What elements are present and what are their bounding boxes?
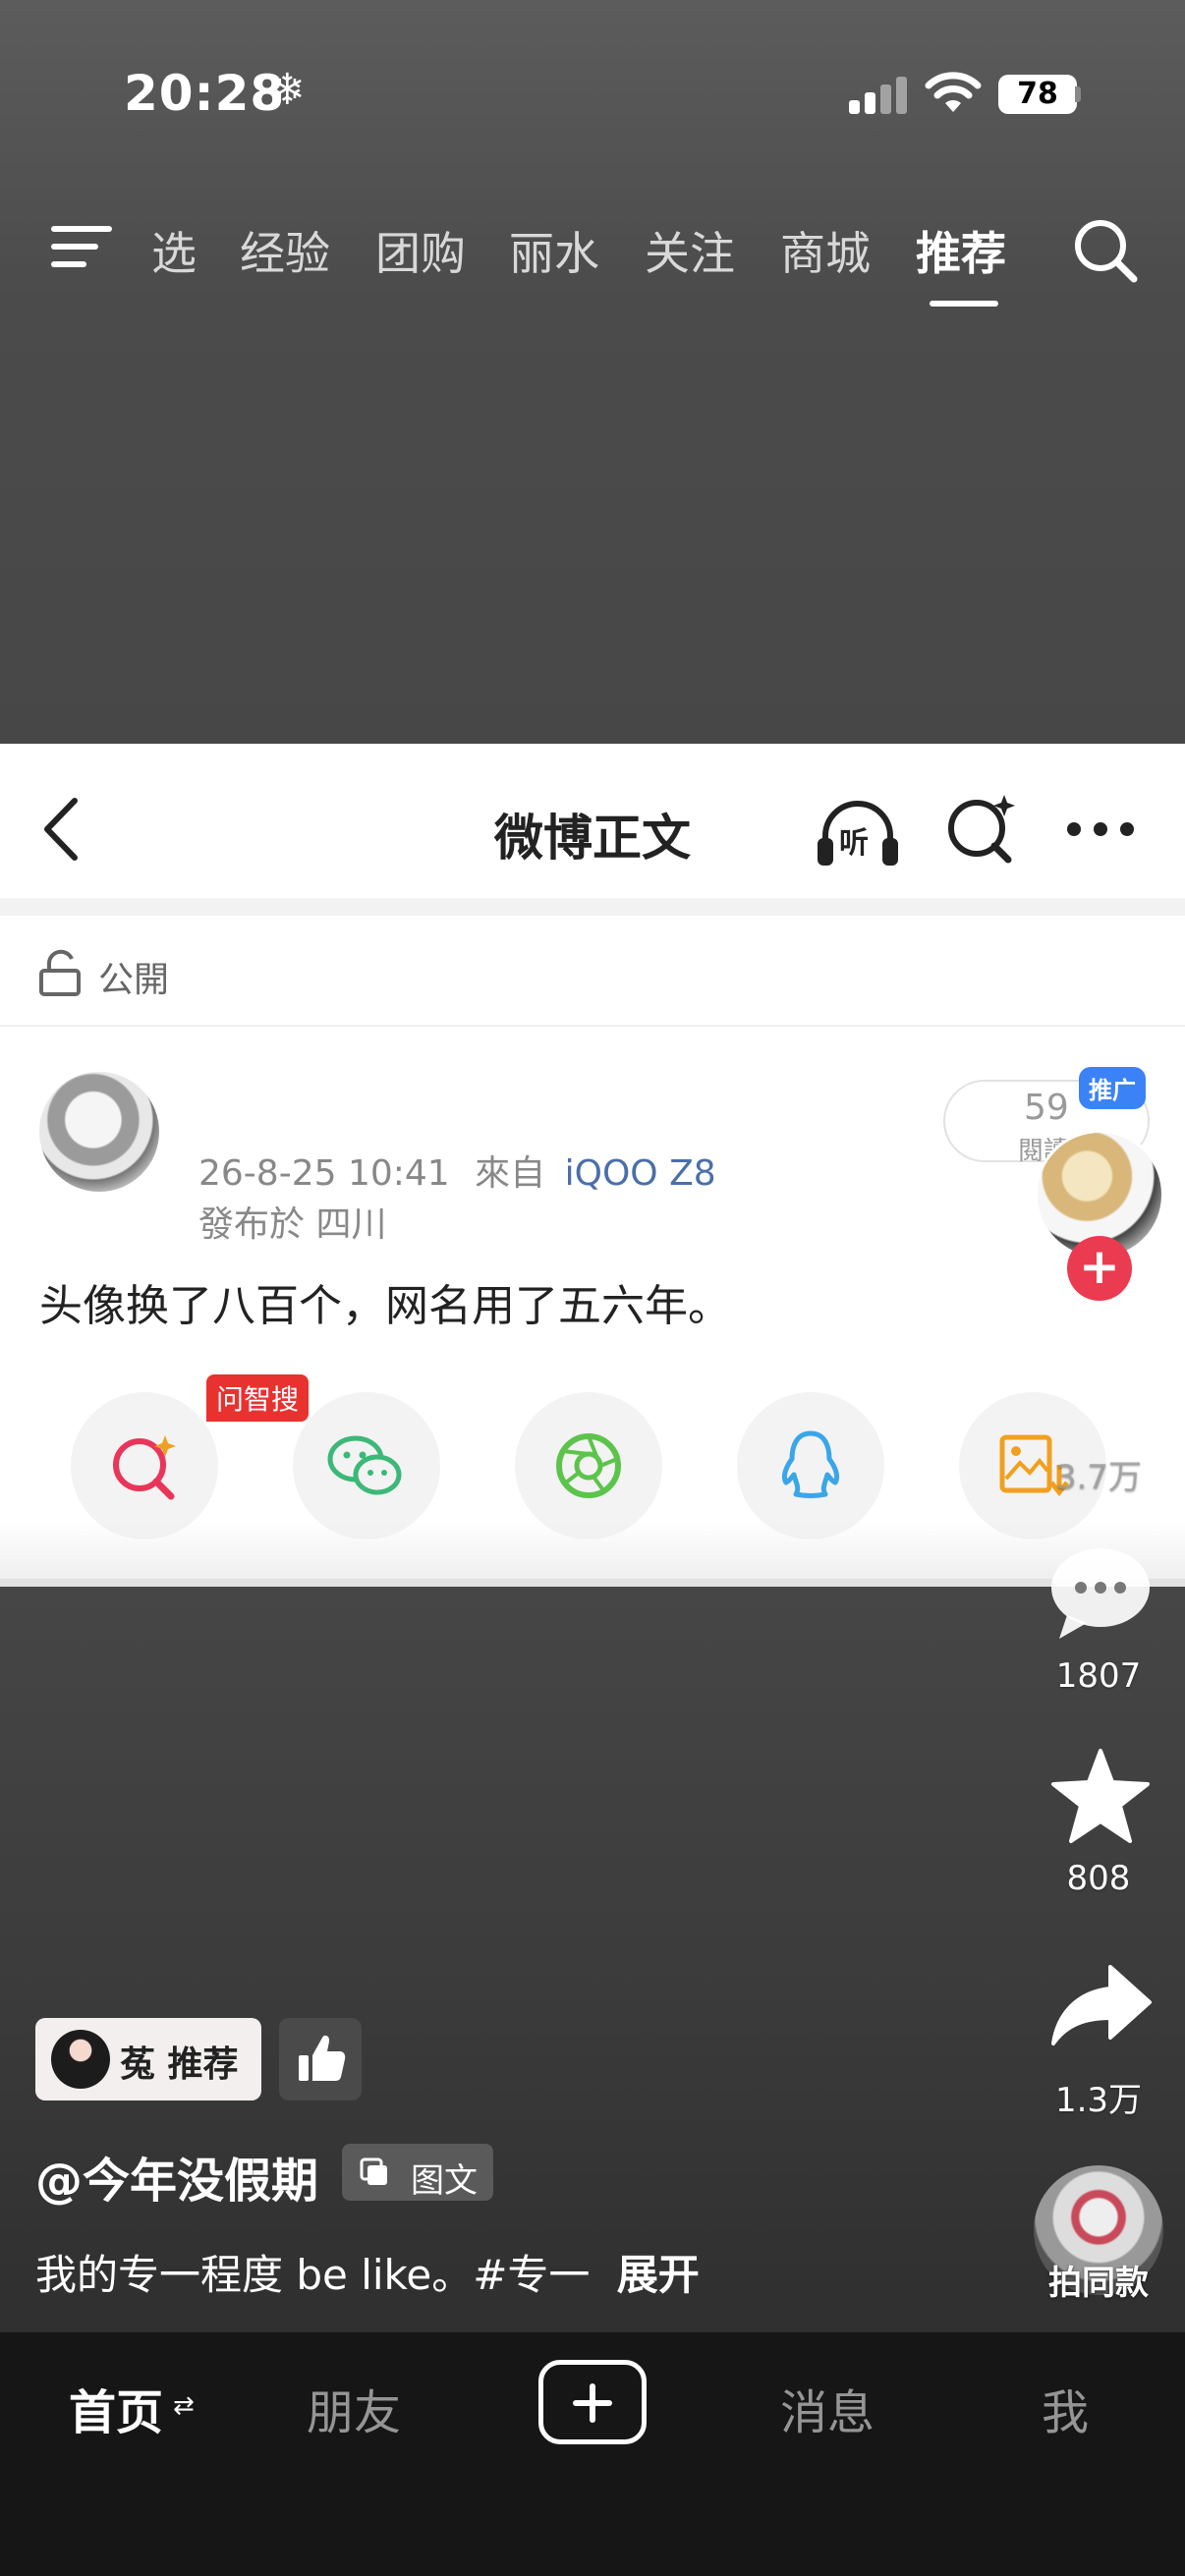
divider	[0, 1025, 1185, 1027]
author-name[interactable]: @今年没假期	[35, 2142, 318, 2211]
menu-icon[interactable]	[51, 224, 112, 271]
read-count: 59	[1024, 1088, 1069, 1128]
star-icon[interactable]	[1047, 1747, 1154, 1845]
caption-text: 我的专一程度 be like。#专一	[35, 2251, 591, 2299]
recommender-label: 菟 推荐	[120, 2044, 239, 2085]
share-moments-button[interactable]	[515, 1392, 662, 1540]
image-stack-icon	[360, 2157, 387, 2185]
share-wechat-button[interactable]	[293, 1392, 440, 1540]
smart-search-icon	[113, 1435, 176, 1500]
visibility-label: 公開	[98, 960, 170, 1000]
post-timestamp: 26-8-25 10:41	[198, 1153, 450, 1194]
post-type-label: 图文	[411, 2161, 478, 2201]
post-meta: 26-8-25 10:41 來自 iQOO Z8	[198, 1145, 716, 1196]
nav-tab-group-buy[interactable]: 团购	[375, 218, 466, 283]
nav-active-underline	[930, 301, 998, 307]
share-qq-button[interactable]	[737, 1392, 884, 1540]
more-icon[interactable]	[1067, 822, 1136, 838]
heart-icon[interactable]	[1047, 1336, 1154, 1434]
unlock-icon	[39, 949, 81, 996]
wechat-icon	[327, 1435, 402, 1495]
share-smart-search-button[interactable]: 问智搜	[71, 1374, 310, 1540]
caption: 我的专一程度 be like。#专一 展开	[35, 2242, 700, 2302]
comment-bubble-icon[interactable]	[1047, 1544, 1154, 1643]
thumbs-up-button[interactable]	[279, 2018, 362, 2100]
favorite-count: 808	[1066, 1859, 1131, 1898]
device-link[interactable]: iQOO Z8	[565, 1153, 716, 1194]
recommender-chip[interactable]: 菟 推荐	[35, 2018, 261, 2100]
nav-tab-lishui[interactable]: 丽水	[509, 218, 599, 283]
follow-plus-icon[interactable]: +	[1067, 1236, 1132, 1301]
wifi-icon	[925, 72, 982, 112]
weibo-post-card: 微博正文 听 公開 26-8-25 10:41 來自 iQOO Z8 發布於 四…	[0, 744, 1185, 1587]
post-type-chip: 图文	[342, 2144, 493, 2201]
thumbs-up-icon	[299, 2035, 346, 2081]
tab-friends[interactable]: 朋友	[307, 2374, 401, 2442]
tab-me[interactable]: 我	[1042, 2374, 1089, 2442]
switch-arrows-icon: ⇄	[173, 2391, 195, 2421]
avatar[interactable]	[39, 1072, 159, 1192]
smart-search-badge: 问智搜	[206, 1374, 310, 1422]
from-label: 來自	[475, 1153, 546, 1194]
divider	[0, 1579, 1185, 1587]
battery-tip	[1075, 86, 1081, 102]
nav-tab-select[interactable]: 选	[151, 218, 197, 283]
share-arrow-icon[interactable]	[1047, 1963, 1154, 2051]
search-icon[interactable]	[1071, 216, 1140, 285]
card-fade	[0, 1520, 1185, 1587]
bottom-tab-bar: 首页 ⇄ 朋友 消息 我	[0, 2332, 1185, 2576]
share-count: 1.3万	[1054, 2081, 1143, 2120]
promo-badge: 推广	[1079, 1067, 1146, 1109]
nav-tab-recommend[interactable]: 推荐	[916, 218, 1006, 283]
comment-count: 1807	[1055, 1656, 1142, 1696]
battery-indicator: 78	[998, 75, 1077, 114]
plus-icon-vertical	[590, 2383, 595, 2423]
nav-tab-experience[interactable]: 经验	[240, 218, 330, 283]
recommender-avatar	[51, 2030, 110, 2089]
video-background-bottom	[0, 1587, 1185, 2333]
expand-link[interactable]: 展开	[617, 2251, 700, 2299]
nav-tab-mall[interactable]: 商城	[780, 218, 871, 283]
listen-label: 听	[839, 826, 869, 861]
nav-tab-following[interactable]: 关注	[645, 218, 735, 283]
moments-aperture-icon	[556, 1433, 621, 1498]
divider	[0, 898, 1185, 916]
qq-penguin-icon	[781, 1430, 840, 1498]
tab-messages[interactable]: 消息	[780, 2374, 875, 2442]
app-screen: 20:28 ❄ 78 选 经验 团购 丽水 关注 商城 推荐 微博正文 听 公開…	[0, 0, 1185, 2576]
signal-icon	[849, 75, 908, 114]
like-count: 3.7万	[1054, 1458, 1143, 1497]
smart-search-icon[interactable]	[945, 793, 1016, 864]
post-location: 發布於 四川	[198, 1204, 387, 1245]
post-text: 头像换了八百个，网名用了五六年。	[39, 1281, 731, 1331]
listen-button[interactable]: 听	[816, 797, 900, 868]
status-time: 20:28	[124, 65, 286, 122]
make-same-label[interactable]: 拍同款	[1022, 2256, 1175, 2304]
card-header: 微博正文 听	[0, 744, 1185, 891]
snowflake-icon: ❄	[269, 65, 306, 115]
create-button[interactable]	[538, 2360, 647, 2444]
tab-home[interactable]: 首页	[69, 2374, 163, 2442]
